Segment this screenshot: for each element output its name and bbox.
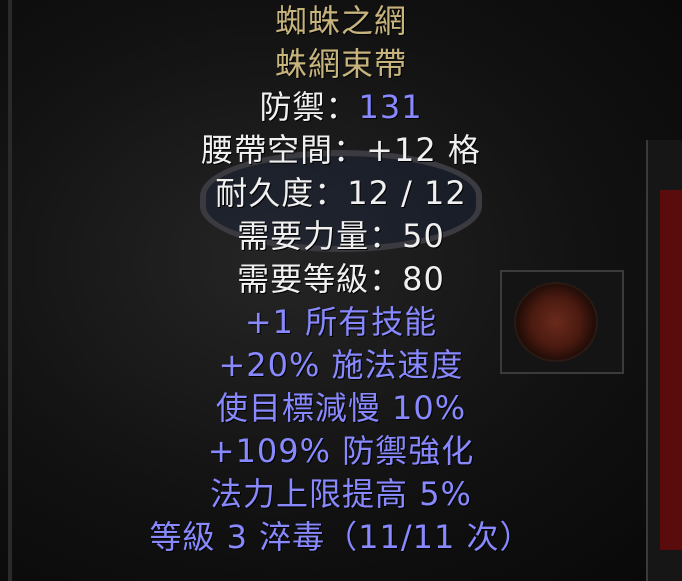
magic-property-enhanced-defense: +109% 防禦強化 [207, 432, 475, 470]
required-level-line: 需要等級：80 [237, 260, 445, 298]
magic-property-all-skills: +1 所有技能 [244, 303, 438, 341]
magic-property-cast-rate: +20% 施法速度 [218, 346, 464, 384]
defense-value: 131 [358, 88, 423, 126]
required-strength-line: 需要力量：50 [237, 217, 445, 255]
belt-space-line: 腰帶空間：+12 格 [201, 131, 481, 169]
defense-line: 防禦：131 [259, 86, 422, 129]
item-tooltip: 蜘蛛之網 蛛網束帶 防禦：131 腰帶空間：+12 格 耐久度：12 / 12 … [0, 0, 682, 581]
durability-line: 耐久度：12 / 12 [215, 174, 467, 212]
magic-property-charges: 等級 3 淬毒（11/11 次） [149, 518, 533, 556]
magic-property-max-mana: 法力上限提高 5% [210, 475, 472, 513]
defense-label: 防禦： [259, 88, 359, 126]
magic-property-slow-target: 使目標減慢 10% [215, 389, 467, 427]
item-name: 蜘蛛之網 [274, 2, 407, 40]
item-base-type: 蛛網束帶 [274, 45, 407, 83]
